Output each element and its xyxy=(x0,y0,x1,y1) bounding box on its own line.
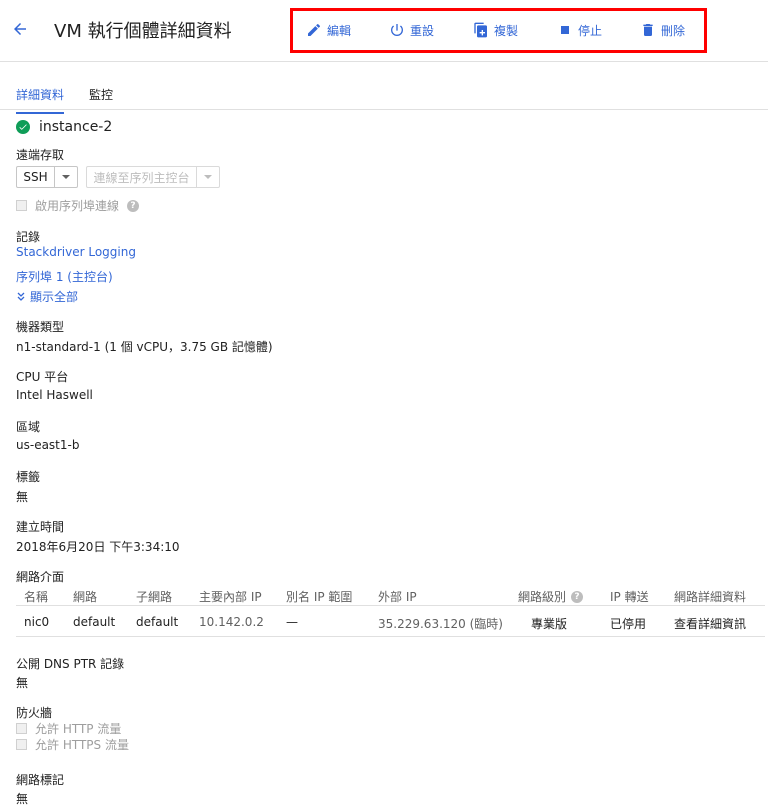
public-dns-label: 公開 DNS PTR 記錄 xyxy=(16,657,125,671)
serial-console-label: 連線至序列主控台 xyxy=(87,167,197,187)
delete-label: 刪除 xyxy=(661,23,686,38)
remote-access-label: 遠端存取 xyxy=(16,148,65,162)
back-arrow-icon[interactable] xyxy=(8,17,32,41)
alias-ip-cell: — xyxy=(286,615,298,629)
stop-button[interactable]: 停止 xyxy=(557,20,602,40)
tab-bar: 詳細資料 監控 xyxy=(0,80,768,114)
logging-label: 記錄 xyxy=(16,230,41,244)
clone-label: 複製 xyxy=(494,23,519,38)
stackdriver-logging-link[interactable]: Stackdriver Logging xyxy=(16,245,136,259)
ip-forwarding-cell: 已停用 xyxy=(610,617,647,631)
serial-port-checkbox xyxy=(16,200,27,211)
help-icon[interactable]: ? xyxy=(571,590,584,603)
power-icon xyxy=(391,24,403,36)
clone-button[interactable]: 複製 xyxy=(473,20,518,40)
table-row: nic0 default default 10.142.0.2 — 35.229… xyxy=(16,606,765,637)
firewall-https-option: 允許 HTTPS 流量 xyxy=(16,736,129,753)
network-tags-label: 網路標記 xyxy=(16,773,65,787)
network-tier-cell: 專業版 xyxy=(531,617,568,631)
column-header-network-details: 網路詳細資料 xyxy=(674,590,747,604)
http-label: 允許 HTTP 流量 xyxy=(35,722,122,736)
column-header-name: 名稱 xyxy=(24,590,49,604)
check-circle-icon xyxy=(16,120,30,134)
network-interfaces-table: 名稱 網路 子網路 主要內部 IP 別名 IP 範圍 外部 IP 網路級別 ? … xyxy=(16,586,765,637)
nic-name-cell: nic0 xyxy=(24,615,50,629)
column-header-internal-ip: 主要內部 IP xyxy=(199,590,262,604)
help-icon[interactable]: ? xyxy=(127,199,140,212)
subnetwork-cell: default xyxy=(136,615,179,629)
https-label: 允許 HTTPS 流量 xyxy=(35,738,129,752)
show-all-label: 顯示全部 xyxy=(30,290,79,304)
zone-value: us-east1-b xyxy=(16,438,80,452)
pencil-icon xyxy=(308,23,321,36)
serial-port-option: 啟用序列埠連線 ? xyxy=(16,197,140,214)
reset-button[interactable]: 重設 xyxy=(389,20,434,40)
network-interfaces-label: 網路介面 xyxy=(16,570,65,584)
serial-dropdown-icon xyxy=(197,167,219,187)
tab-monitoring[interactable]: 監控 xyxy=(89,86,113,112)
column-header-network-tier: 網路級別 ? xyxy=(518,588,584,605)
stop-label: 停止 xyxy=(578,23,603,38)
labels-value: 無 xyxy=(16,490,29,504)
labels-label: 標籤 xyxy=(16,470,41,484)
ssh-dropdown-icon[interactable] xyxy=(55,167,77,187)
network-tags-value: 無 xyxy=(16,792,29,806)
machine-type-label: 機器類型 xyxy=(16,320,65,334)
https-checkbox xyxy=(16,739,27,750)
edit-button[interactable]: 編輯 xyxy=(306,20,351,40)
created-value: 2018年6月20日 下午3:34:10 xyxy=(16,540,180,554)
http-checkbox xyxy=(16,723,27,734)
instance-name: instance-2 xyxy=(39,119,113,135)
internal-ip-cell: 10.142.0.2 xyxy=(199,615,264,629)
zone-label: 區域 xyxy=(16,420,41,434)
firewall-label: 防火牆 xyxy=(16,706,53,720)
network-cell: default xyxy=(73,615,116,629)
show-all-link[interactable]: 顯示全部 xyxy=(16,288,78,305)
column-header-subnetwork: 子網路 xyxy=(136,590,173,604)
column-header-network: 網路 xyxy=(73,590,98,604)
column-header-alias-ip: 別名 IP 範圍 xyxy=(286,590,353,604)
tab-details[interactable]: 詳細資料 xyxy=(16,86,65,114)
view-details-link[interactable]: 查看詳細資訊 xyxy=(674,615,746,632)
instance-header: instance-2 xyxy=(16,119,112,135)
column-header-external-ip: 外部 IP xyxy=(378,590,417,604)
machine-type-value: n1-standard-1 (1 個 vCPU，3.75 GB 記憶體) xyxy=(16,340,273,354)
ssh-button[interactable]: SSH xyxy=(16,166,78,188)
ssh-label[interactable]: SSH xyxy=(17,167,55,187)
serial-port-label: 啟用序列埠連線 xyxy=(35,199,120,213)
public-dns-value: 無 xyxy=(16,676,29,690)
trash-icon xyxy=(643,24,653,36)
edit-label: 編輯 xyxy=(327,23,352,38)
cpu-platform-value: Intel Haswell xyxy=(16,388,93,402)
page-title: VM 執行個體詳細資料 xyxy=(54,21,232,42)
table-header-row: 名稱 網路 子網路 主要內部 IP 別名 IP 範圍 外部 IP 網路級別 ? … xyxy=(16,586,765,606)
created-label: 建立時間 xyxy=(16,520,65,534)
column-header-ip-forwarding: IP 轉送 xyxy=(610,590,649,604)
network-tier-header-label: 網路級別 xyxy=(518,590,567,604)
top-bar: VM 執行個體詳細資料 編輯 重設 複製 停止 刪除 xyxy=(0,0,768,62)
delete-button[interactable]: 刪除 xyxy=(640,20,685,40)
stop-icon xyxy=(561,26,569,34)
external-ip-cell: 35.229.63.120 (臨時) xyxy=(378,617,503,631)
reset-label: 重設 xyxy=(410,23,435,38)
serial-console-button: 連線至序列主控台 xyxy=(86,166,220,188)
firewall-http-option: 允許 HTTP 流量 xyxy=(16,720,121,737)
serial-port-1-link[interactable]: 序列埠 1 (主控台) xyxy=(16,268,113,285)
cpu-platform-label: CPU 平台 xyxy=(16,370,69,384)
double-chevron-down-icon xyxy=(17,292,25,301)
copy-icon xyxy=(474,22,487,38)
